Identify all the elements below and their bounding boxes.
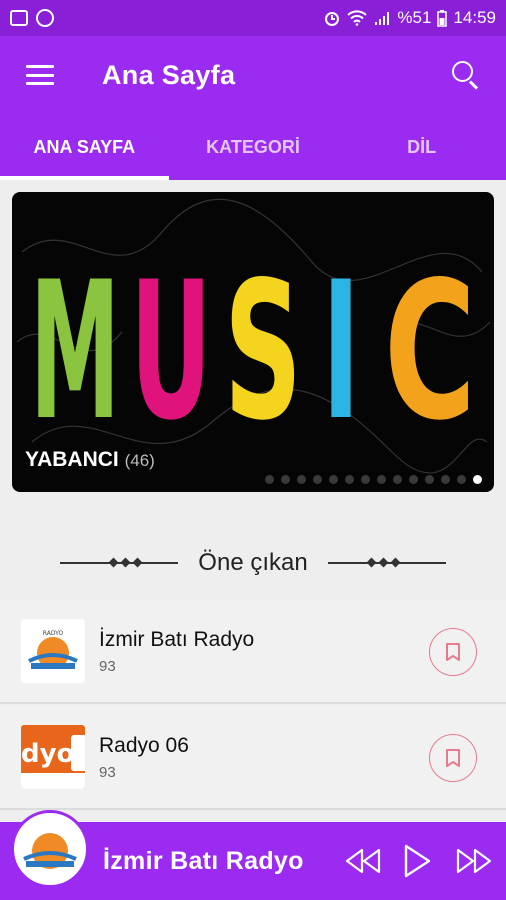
tab-category[interactable]: KATEGORİ	[169, 114, 338, 180]
carousel-dot[interactable]	[361, 475, 370, 484]
tab-home[interactable]: ANA SAYFA	[0, 114, 169, 180]
carousel-dot[interactable]	[281, 475, 290, 484]
carousel-dot[interactable]	[345, 475, 354, 484]
rewind-icon	[345, 848, 381, 874]
page-title: Ana Sayfa	[102, 59, 236, 90]
carousel-dot[interactable]	[297, 475, 306, 484]
banner-category-count: (46)	[124, 451, 155, 470]
mini-player[interactable]: İzmir Batı Radyo	[0, 810, 506, 900]
svg-text:S: S	[224, 241, 302, 462]
battery-percent: %51	[397, 8, 432, 27]
bookmark-icon	[446, 643, 460, 661]
sync-notification-icon	[36, 9, 54, 27]
carousel-dot[interactable]	[393, 475, 402, 484]
ornament-right	[327, 556, 446, 570]
gallery-notification-icon	[10, 10, 28, 26]
carousel-dot[interactable]	[425, 475, 434, 484]
menu-icon[interactable]	[26, 65, 54, 85]
player-station-name: İzmir Batı Radyo	[103, 846, 304, 875]
banner-category-name: YABANCI	[25, 448, 119, 471]
svg-text:C: C	[384, 241, 476, 462]
tab-language[interactable]: DİL	[337, 114, 506, 180]
carousel-dot[interactable]	[409, 475, 418, 484]
wifi-icon	[347, 10, 368, 26]
carousel-dot[interactable]	[473, 475, 482, 484]
carousel-dot[interactable]	[441, 475, 450, 484]
rewind-button[interactable]	[344, 822, 382, 900]
carousel-dot[interactable]	[329, 475, 338, 484]
carousel-indicator	[265, 475, 482, 484]
status-bar: %51 14:59	[0, 0, 506, 36]
section-title: Öne çıkan	[198, 549, 308, 576]
station-logo: dyo	[21, 725, 85, 789]
carousel-dot[interactable]	[265, 475, 274, 484]
signal-icon	[375, 12, 390, 25]
svg-text:RADYO: RADYO	[43, 630, 64, 637]
app-bar: Ana Sayfa	[0, 36, 506, 114]
station-count: 93	[99, 763, 116, 781]
search-icon[interactable]	[452, 61, 480, 90]
bookmark-button[interactable]	[429, 628, 477, 676]
svg-text:U: U	[130, 241, 212, 462]
svg-text:I: I	[322, 241, 360, 462]
carousel-dot[interactable]	[313, 475, 322, 484]
svg-text:M: M	[30, 241, 120, 462]
alarm-icon	[325, 12, 340, 26]
play-icon	[404, 844, 431, 878]
bookmark-icon	[446, 749, 460, 767]
station-logo-text: dyo	[21, 739, 75, 769]
play-button[interactable]	[402, 822, 432, 900]
forward-button[interactable]	[455, 822, 493, 900]
banner-category-label: YABANCI (46)	[25, 448, 155, 472]
clock: 14:59	[453, 8, 496, 27]
station-name: İzmir Batı Radyo	[99, 627, 255, 651]
list-item[interactable]: dyo Radyo 06 93	[0, 706, 506, 810]
carousel-dot[interactable]	[377, 475, 386, 484]
battery-icon	[437, 9, 448, 27]
station-logo: RADYO	[21, 619, 85, 683]
music-artwork: M U S I C	[16, 198, 491, 474]
station-name: Radyo 06	[99, 733, 189, 757]
carousel-dot[interactable]	[457, 475, 466, 484]
player-station-logo	[11, 810, 89, 888]
fast-forward-icon	[456, 848, 492, 874]
list-item[interactable]: RADYO İzmir Batı Radyo 93	[0, 600, 506, 704]
station-count: 93	[99, 657, 116, 675]
tab-bar: ANA SAYFA KATEGORİ DİL	[0, 114, 506, 180]
bookmark-button[interactable]	[429, 734, 477, 782]
featured-section-header: Öne çıkan	[0, 520, 506, 606]
ornament-left	[60, 556, 179, 570]
featured-banner[interactable]: M U S I C YABANCI (46)	[12, 192, 494, 492]
